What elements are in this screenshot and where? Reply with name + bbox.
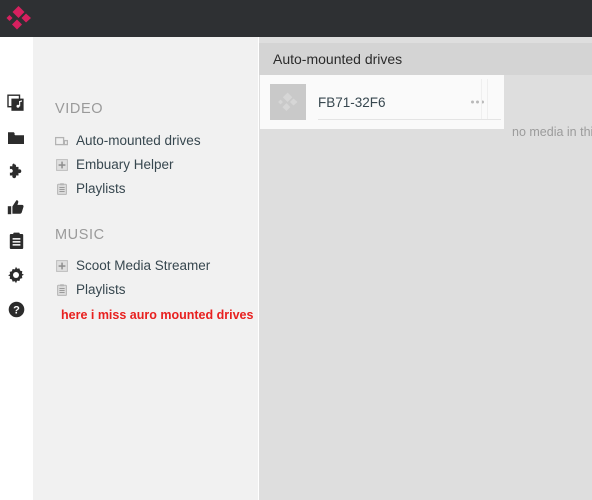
folder-icon: [7, 130, 25, 146]
annotation-note: here i miss auro mounted drives: [61, 308, 254, 322]
drive-card-label: FB71-32F6: [318, 94, 386, 110]
sidebar-item-label: Playlists: [76, 282, 126, 298]
content-area: Auto-mounted drives FB71-32F6 no media i…: [259, 37, 592, 500]
gear-settings-icon: [7, 266, 25, 284]
sidebar-item-embuary-helper[interactable]: Embuary Helper: [55, 155, 174, 175]
rail-item-playlists[interactable]: [0, 227, 32, 255]
rail-item-files[interactable]: [0, 124, 32, 152]
sidebar-item-music-playlists[interactable]: Playlists: [55, 280, 126, 300]
rail-item-settings[interactable]: [0, 261, 32, 289]
thumbs-up-icon: [7, 199, 25, 216]
sidebar-item-label: Scoot Media Streamer: [76, 258, 211, 274]
sidebar-item-scoot-media-streamer[interactable]: Scoot Media Streamer: [55, 256, 210, 276]
rail-item-addons[interactable]: [0, 158, 32, 186]
music-library-icon: [7, 94, 25, 112]
page-title: Auto-mounted drives: [273, 51, 403, 67]
content-header: Auto-mounted drives: [259, 43, 592, 75]
rail-item-help[interactable]: ?: [0, 295, 32, 323]
sidebar-item-label: Embuary Helper: [76, 157, 174, 173]
help-question-icon: ?: [8, 301, 25, 318]
top-bar: [0, 0, 592, 37]
icon-rail: ?: [0, 37, 32, 500]
drive-card[interactable]: FB71-32F6: [260, 75, 504, 129]
addon-box-icon: [55, 159, 68, 172]
playlist-clipboard-icon: [55, 183, 68, 196]
kodi-logo-icon[interactable]: [5, 4, 33, 32]
rail-item-music-library[interactable]: [0, 89, 32, 117]
svg-text:?: ?: [13, 304, 20, 316]
more-options-icon[interactable]: [471, 100, 484, 104]
card-divider-left: [481, 79, 482, 119]
card-underline: [318, 119, 501, 120]
addon-box-icon: [55, 260, 68, 273]
kodi-placeholder-icon: [270, 84, 306, 120]
addons-puzzle-icon: [7, 163, 25, 181]
sidebar-item-label: Playlists: [76, 181, 126, 197]
drive-outline-icon: [55, 135, 68, 148]
kodi-window: ? VIDEO Auto-mounted drives Embuary Help…: [0, 0, 592, 500]
sidebar-group-title-music: MUSIC: [55, 227, 105, 243]
sidebar-item-auto-mounted-drives[interactable]: Auto-mounted drives: [55, 131, 201, 151]
sidebar-item-video-playlists[interactable]: Playlists: [55, 179, 126, 199]
sidebar-item-label: Auto-mounted drives: [76, 133, 201, 149]
empty-media-message: no media in this: [512, 125, 592, 139]
card-divider-right: [487, 79, 488, 119]
playlist-clipboard-icon: [55, 284, 68, 297]
clipboard-playlist-icon: [9, 232, 24, 250]
drive-card-body: FB71-32F6: [318, 84, 501, 120]
rail-item-favourites[interactable]: [0, 193, 32, 221]
sidebar-group-title-video: VIDEO: [55, 101, 104, 117]
sidebar-panel: VIDEO Auto-mounted drives Embuary Helper…: [33, 37, 258, 500]
